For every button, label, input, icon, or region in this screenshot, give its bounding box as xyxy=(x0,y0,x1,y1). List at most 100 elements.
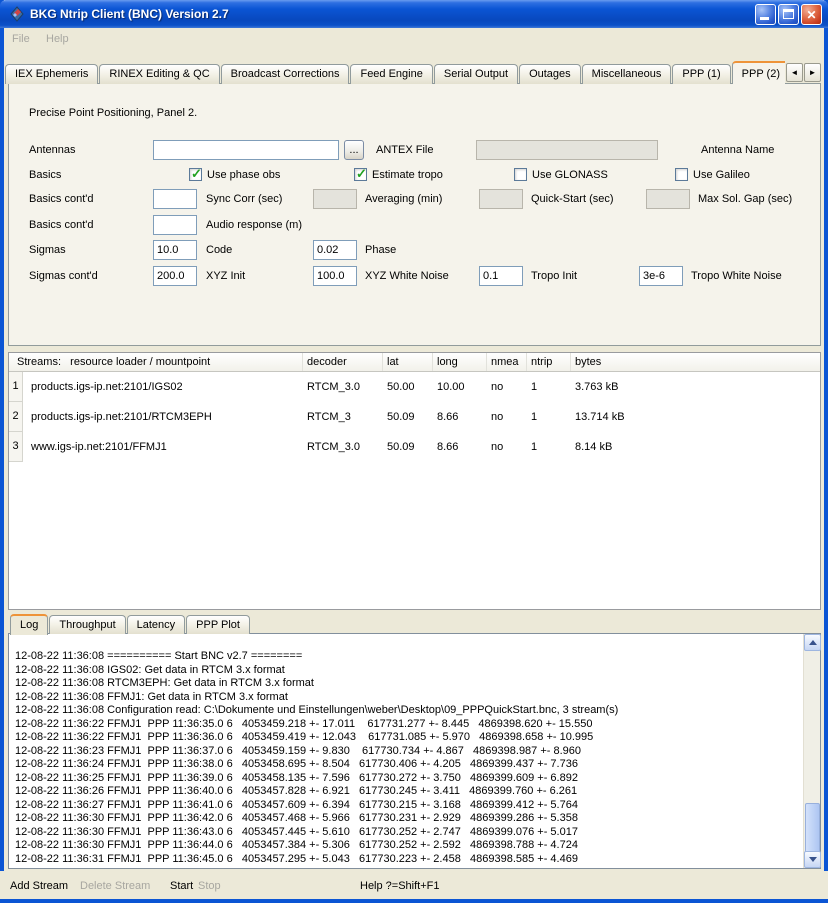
add-stream-button[interactable]: Add Stream xyxy=(10,880,68,892)
cell-ntrip: 1 xyxy=(527,372,571,402)
tab-throughput[interactable]: Throughput xyxy=(49,615,125,634)
sigmas-contd-label: Sigmas cont'd xyxy=(29,270,98,282)
main-tabbar: IEX Ephemeris RINEX Editing & QC Broadca… xyxy=(5,60,785,84)
xyz-init-label: XYZ Init xyxy=(206,270,245,282)
vertical-scrollbar[interactable] xyxy=(803,634,820,868)
antex-browse-button[interactable]: ... xyxy=(344,140,364,160)
log-line: 12-08-22 11:36:31 FFMJ1 PPP 11:36:45.0 6… xyxy=(15,853,798,867)
tab-feed-engine[interactable]: Feed Engine xyxy=(350,64,432,84)
cell-long: 8.66 xyxy=(433,432,487,462)
audio-response-label: Audio response (m) xyxy=(206,219,302,231)
arrow-up-icon xyxy=(809,640,817,645)
cell-mountpoint: www.igs-ip.net:2101/FFMJ1 xyxy=(23,432,303,462)
delete-stream-button[interactable]: Delete Stream xyxy=(80,880,150,892)
averaging-label: Averaging (min) xyxy=(365,193,442,205)
table-row[interactable]: 2 products.igs-ip.net:2101/RTCM3EPH RTCM… xyxy=(9,402,820,432)
cell-ntrip: 1 xyxy=(527,432,571,462)
header-lat: lat xyxy=(383,353,433,371)
audio-response-input[interactable] xyxy=(153,215,197,235)
antex-file-label: ANTEX File xyxy=(376,144,433,156)
sigma-phase-input[interactable] xyxy=(313,240,357,260)
cell-bytes: 8.14 kB xyxy=(571,432,820,462)
panel-caption: Precise Point Positioning, Panel 2. xyxy=(29,107,197,119)
cell-mountpoint: products.igs-ip.net:2101/IGS02 xyxy=(23,372,303,402)
titlebar[interactable]: BKG Ntrip Client (BNC) Version 2.7 xyxy=(0,0,828,28)
xyz-white-noise-input[interactable] xyxy=(313,266,357,286)
use-galileo-checkbox[interactable] xyxy=(675,168,688,181)
bottom-tabbar: Log Throughput Latency PPP Plot xyxy=(10,612,251,634)
log-line: 12-08-22 11:36:23 FFMJ1 PPP 11:36:37.0 6… xyxy=(15,745,798,759)
max-sol-gap-label: Max Sol. Gap (sec) xyxy=(698,193,792,205)
tab-ppp-1[interactable]: PPP (1) xyxy=(672,64,730,84)
use-galileo-label: Use Galileo xyxy=(693,169,750,181)
log-line: 12-08-22 11:36:08 IGS02: Get data in RTC… xyxy=(15,664,798,678)
sigmas-label: Sigmas xyxy=(29,244,66,256)
quick-start-label: Quick-Start (sec) xyxy=(531,193,614,205)
menu-file[interactable]: File xyxy=(12,33,30,45)
minimize-button[interactable] xyxy=(755,4,776,25)
basics-label: Basics xyxy=(29,169,61,181)
log-line: 12-08-22 11:36:27 FFMJ1 PPP 11:36:41.0 6… xyxy=(15,799,798,813)
antenna-name-label: Antenna Name xyxy=(701,144,774,156)
table-header: Streams: resource loader / mountpoint de… xyxy=(9,353,820,372)
tropo-init-input[interactable] xyxy=(479,266,523,286)
use-phase-obs-checkbox[interactable] xyxy=(189,168,202,181)
minimize-icon xyxy=(760,17,769,20)
log-line: 12-08-22 11:36:30 FFMJ1 PPP 11:36:42.0 6… xyxy=(15,812,798,826)
log-line: 12-08-22 11:36:22 FFMJ1 PPP 11:36:36.0 6… xyxy=(15,731,798,745)
tab-ppp-2[interactable]: PPP (2) xyxy=(732,61,785,84)
estimate-tropo-label: Estimate tropo xyxy=(372,169,443,181)
window-border-bottom xyxy=(0,899,828,903)
start-button[interactable]: Start xyxy=(170,880,193,892)
cell-decoder: RTCM_3.0 xyxy=(303,372,383,402)
window-title: BKG Ntrip Client (BNC) Version 2.7 xyxy=(30,7,229,21)
scroll-up-button[interactable] xyxy=(804,634,821,651)
row-number[interactable]: 2 xyxy=(9,402,23,432)
estimate-tropo-checkbox[interactable] xyxy=(354,168,367,181)
basics-contd-label: Basics cont'd xyxy=(29,193,93,205)
table-row[interactable]: 1 products.igs-ip.net:2101/IGS02 RTCM_3.… xyxy=(9,372,820,402)
tab-ppp-plot[interactable]: PPP Plot xyxy=(186,615,250,634)
tab-scroll-right-button[interactable]: ► xyxy=(804,63,821,82)
maximize-button[interactable] xyxy=(778,4,799,25)
log-line: 12-08-22 11:36:26 FFMJ1 PPP 11:36:40.0 6… xyxy=(15,785,798,799)
help-shortcut-label: Help ?=Shift+F1 xyxy=(360,880,440,892)
sigma-code-input[interactable] xyxy=(153,240,197,260)
use-glonass-checkbox[interactable] xyxy=(514,168,527,181)
cell-long: 8.66 xyxy=(433,402,487,432)
row-number[interactable]: 3 xyxy=(9,432,23,462)
stop-button[interactable]: Stop xyxy=(198,880,221,892)
tab-rinex-ephemeris[interactable]: IEX Ephemeris xyxy=(5,64,98,84)
sync-corr-input[interactable] xyxy=(153,189,197,209)
scrollbar-thumb[interactable] xyxy=(805,803,820,853)
cell-long: 10.00 xyxy=(433,372,487,402)
tab-latency[interactable]: Latency xyxy=(127,615,186,634)
scroll-down-button[interactable] xyxy=(804,851,821,868)
tab-scroll-left-button[interactable]: ◄ xyxy=(786,63,803,82)
log-line: 12-08-22 11:36:08 ========== Start BNC v… xyxy=(15,650,798,664)
arrow-down-icon xyxy=(809,857,817,862)
menu-help[interactable]: Help xyxy=(46,33,69,45)
xyz-init-input[interactable] xyxy=(153,266,197,286)
tab-miscellaneous[interactable]: Miscellaneous xyxy=(582,64,672,84)
cell-decoder: RTCM_3 xyxy=(303,402,383,432)
log-area[interactable]: 12-08-22 11:36:08 ========== Start BNC v… xyxy=(8,633,821,869)
antennas-input[interactable] xyxy=(153,140,339,160)
log-line: 12-08-22 11:36:30 FFMJ1 PPP 11:36:44.0 6… xyxy=(15,839,798,853)
use-phase-obs-label: Use phase obs xyxy=(207,169,280,181)
row-number[interactable]: 1 xyxy=(9,372,23,402)
table-row[interactable]: 3 www.igs-ip.net:2101/FFMJ1 RTCM_3.0 50.… xyxy=(9,432,820,462)
tab-broadcast-corrections[interactable]: Broadcast Corrections xyxy=(221,64,350,84)
tab-rinex-editing-qc[interactable]: RINEX Editing & QC xyxy=(99,64,219,84)
cell-nmea: no xyxy=(487,432,527,462)
header-ntrip: ntrip xyxy=(527,353,571,371)
sigma-phase-label: Phase xyxy=(365,244,396,256)
close-button[interactable] xyxy=(801,4,822,25)
tab-outages[interactable]: Outages xyxy=(519,64,581,84)
tab-serial-output[interactable]: Serial Output xyxy=(434,64,518,84)
header-nmea: nmea xyxy=(487,353,527,371)
header-long: long xyxy=(433,353,487,371)
tropo-white-noise-input[interactable] xyxy=(639,266,683,286)
tab-log[interactable]: Log xyxy=(10,614,48,635)
xyz-white-noise-label: XYZ White Noise xyxy=(365,270,449,282)
